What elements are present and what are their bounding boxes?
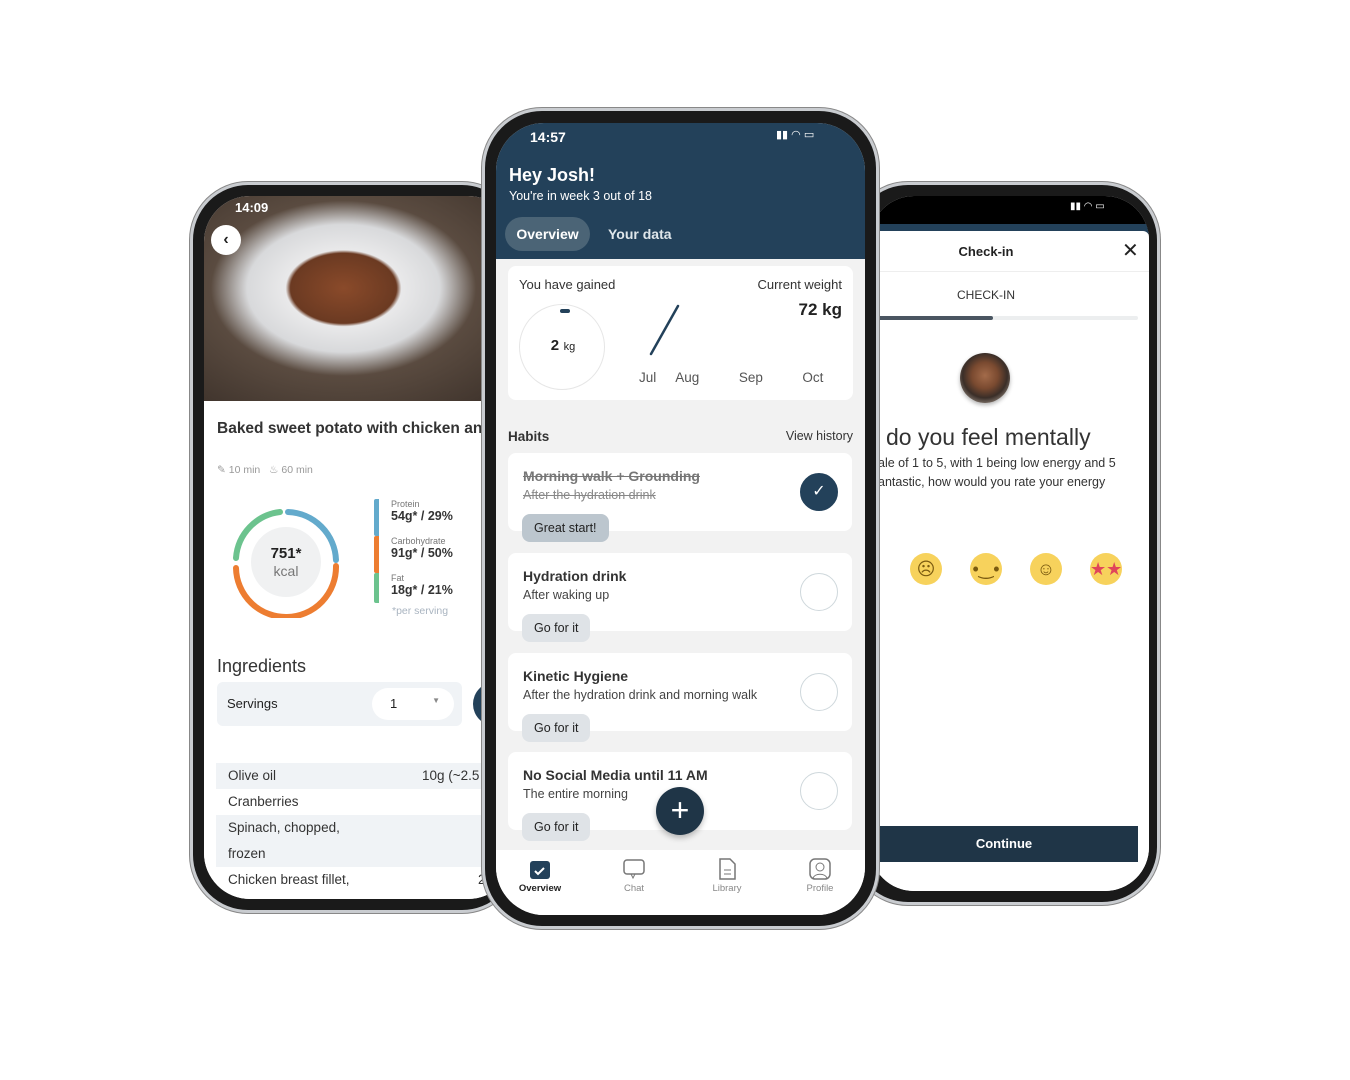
divider — [870, 271, 1149, 272]
macro-list: Protein 54g* / 29% Carbohydrate 91g* / 50%… — [374, 499, 453, 603]
coach-avatar — [960, 353, 1010, 403]
profile-icon — [809, 858, 831, 880]
progress-fill — [870, 316, 994, 320]
checkin-screen: 5 ▮▮ ◠ ▭ Check-in ✕ CHECK-IN do you feel… — [870, 196, 1149, 891]
neutral-face-icon[interactable]: •‿• — [970, 553, 1002, 585]
star-struck-face-icon[interactable]: ★★ — [1090, 553, 1122, 585]
habit-checkbox[interactable] — [800, 772, 838, 810]
view-history-link[interactable]: View history — [786, 429, 853, 443]
signal-wifi-battery-icon: ▮▮ ◠ ▭ — [1070, 201, 1105, 212]
current-weight: 72 kg — [798, 300, 842, 319]
nav-overview[interactable]: Overview — [500, 858, 580, 894]
smiling-face-icon[interactable]: ☺ — [1030, 553, 1062, 585]
signal-wifi-battery-icon: ▮▮ ◠ ▭ — [776, 129, 815, 141]
gained-ring: 2 kg — [519, 304, 605, 390]
week-progress: You're in week 3 out of 18 — [509, 189, 652, 203]
tab-overview[interactable]: Overview — [505, 217, 590, 251]
habit-button[interactable]: Great start! — [522, 514, 609, 542]
question-description: ale of 1 to 5, with 1 being low energy a… — [878, 456, 1116, 489]
kcal-unit: kcal — [273, 563, 299, 579]
calendar-check-icon — [530, 861, 550, 879]
nav-chat[interactable]: Chat — [594, 858, 674, 894]
plus-icon: + — [670, 792, 690, 828]
macro-carbs: Carbohydrate 91g* / 50% — [374, 536, 453, 573]
ingredient-row: Spinach, chopped, — [216, 815, 514, 841]
home-screen: 14:57 ▮▮ ◠ ▭ Hey Josh! You're in week 3 … — [496, 123, 865, 915]
tab-your-data[interactable]: Your data — [608, 217, 672, 251]
caret-down-icon: ▼ — [432, 696, 440, 705]
habits-title: Habits — [508, 429, 550, 444]
habit-card[interactable]: Hydration drink After waking up Go for it — [508, 553, 852, 642]
checkin-phone: 5 ▮▮ ◠ ▭ Check-in ✕ CHECK-IN do you feel… — [850, 182, 1160, 905]
recipe-times: ✎ 10 min ♨ 60 min — [217, 464, 313, 476]
habit-button[interactable]: Go for it — [522, 813, 591, 841]
recipe-screen: 14:09 ‹ Baked sweet potato with chicken … — [204, 196, 514, 899]
month-axis: Jul Aug Sep Oct — [639, 370, 824, 385]
habit-button[interactable]: Go for it — [522, 714, 591, 742]
weight-trend-line — [649, 304, 680, 356]
ingredient-row: Cranberries — [228, 794, 299, 809]
status-time: 14:09 — [235, 200, 269, 215]
progress-bar — [870, 316, 1138, 320]
nav-library[interactable]: Library — [687, 858, 767, 894]
habit-checkbox[interactable] — [800, 673, 838, 711]
habit-card[interactable]: Kinetic Hygiene After the hydration drink… — [508, 653, 852, 742]
habit-button[interactable]: Go for it — [522, 614, 591, 642]
kcal-value: 751* — [270, 545, 302, 562]
recipe-title: Baked sweet potato with chicken and spin… — [217, 420, 507, 437]
food-photo — [204, 196, 514, 401]
macro-donut — [233, 509, 340, 618]
add-habit-fab[interactable]: + — [656, 787, 704, 835]
greeting: Hey Josh! — [509, 165, 596, 185]
knife-icon: ✎ — [217, 464, 226, 476]
servings-select[interactable]: 1 ▼ — [372, 688, 454, 720]
nav-profile[interactable]: Profile — [780, 858, 860, 894]
macro-protein: Protein 54g* / 29% — [374, 499, 453, 536]
ingredient-row: Olive oil 10g (~2.5 — [216, 763, 514, 789]
chevron-left-icon: ‹ — [223, 231, 229, 248]
habit-checkbox[interactable] — [800, 573, 838, 611]
step-label: CHECK-IN — [956, 288, 1015, 302]
macro-fat: Fat 18g* / 21% — [374, 573, 453, 603]
ingredients-title: Ingredients — [217, 656, 307, 676]
weight-card: You have gained Current weight 72 kg 2 k… — [508, 266, 853, 400]
pot-icon: ♨ — [269, 464, 279, 476]
habit-card[interactable]: Morning walk + Grounding After the hydra… — [508, 453, 852, 542]
question-title: do you feel mentally — [886, 424, 1091, 450]
frowning-face-icon[interactable]: ☹ — [910, 553, 942, 585]
check-icon[interactable]: ✓ — [800, 473, 838, 511]
close-icon[interactable]: ✕ — [1122, 238, 1139, 263]
per-serving-note: *per serving — [392, 605, 449, 617]
status-time: 14:57 — [530, 129, 566, 145]
document-icon — [719, 858, 736, 880]
recipe-phone: 14:09 ‹ Baked sweet potato with chicken … — [190, 182, 520, 913]
home-phone: 14:57 ▮▮ ◠ ▭ Hey Josh! You're in week 3 … — [482, 108, 879, 929]
ingredient-row: frozen — [216, 841, 514, 867]
back-button[interactable]: ‹ — [211, 225, 241, 255]
ingredient-row: Chicken breast fillet, 2 — [228, 872, 486, 887]
chat-icon — [623, 859, 645, 880]
checkin-title: Check-in — [958, 244, 1014, 259]
servings-row: Servings 1 ▼ — [217, 682, 462, 726]
continue-button[interactable]: Continue — [870, 826, 1138, 862]
